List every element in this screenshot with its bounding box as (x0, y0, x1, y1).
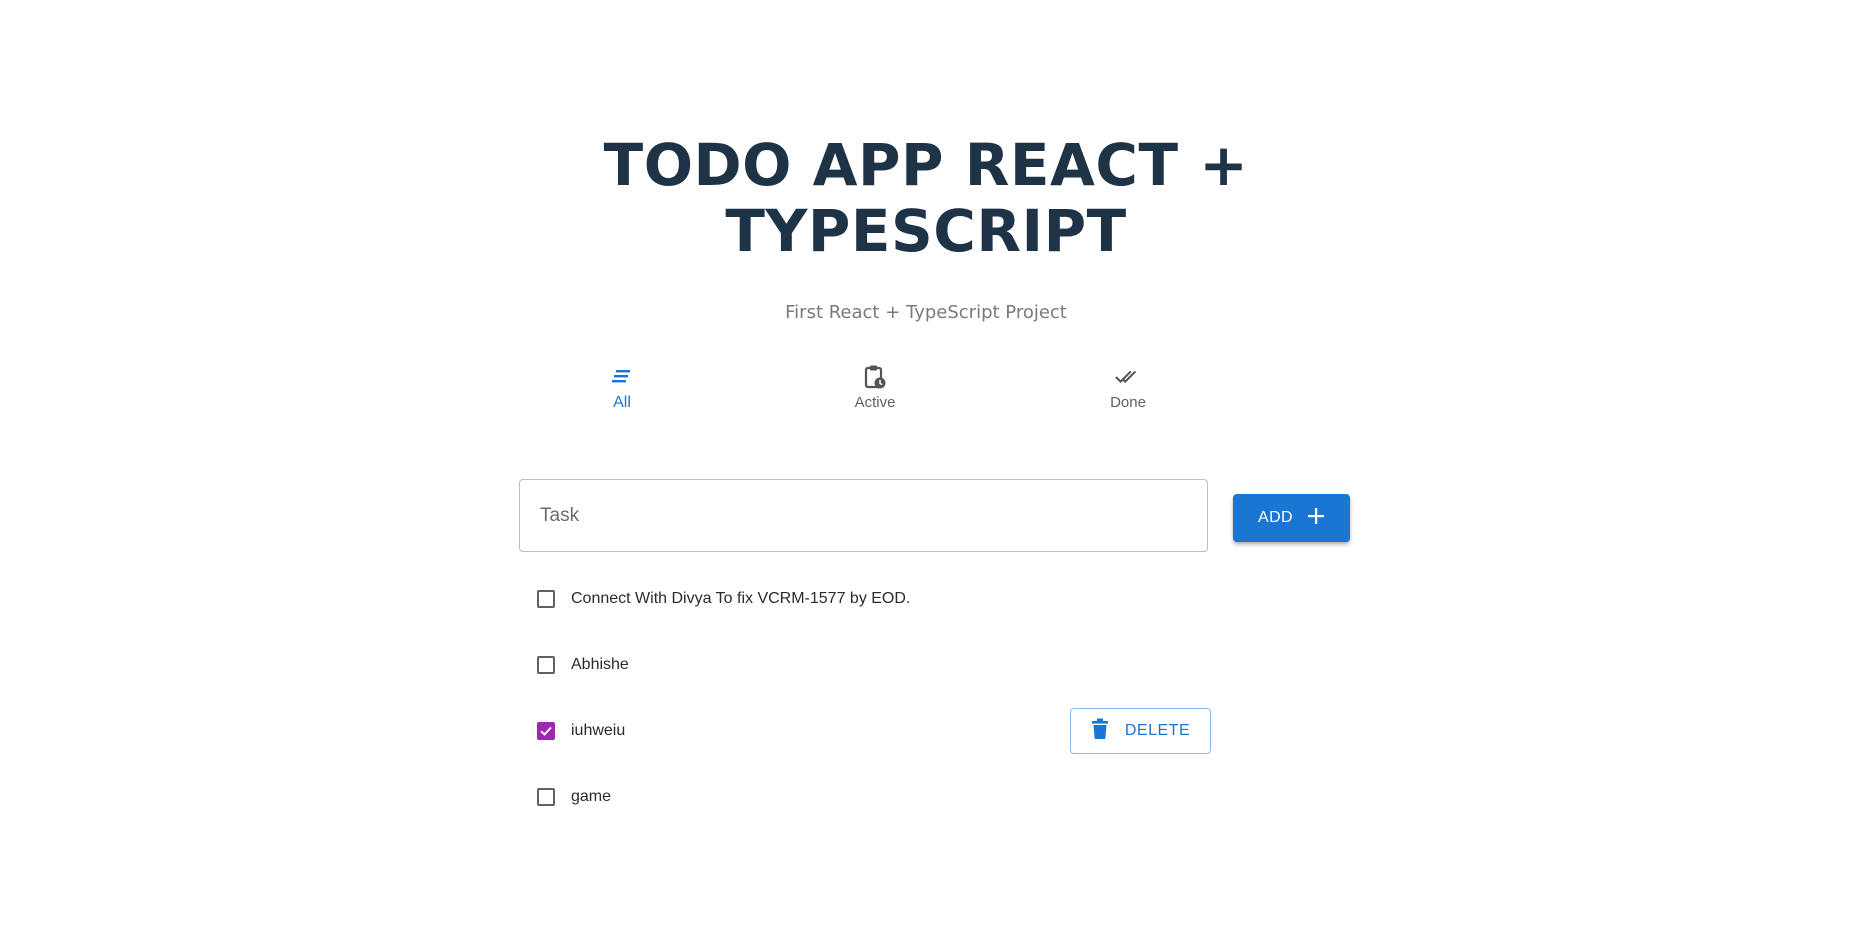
todo-text: iuhweiu (571, 722, 626, 739)
page-subtitle: First React + TypeScript Project (785, 302, 1067, 323)
add-button-label: ADD (1258, 509, 1293, 526)
tab-all[interactable]: All (562, 364, 682, 420)
todo-item: game (530, 764, 1230, 830)
tab-all-label: All (613, 394, 631, 411)
todo-app-page: TODO APP REACT + TYPESCRIPT First React … (0, 0, 1852, 928)
tab-done[interactable]: Done (1068, 364, 1188, 420)
tab-active[interactable]: Active (815, 364, 935, 420)
todo-checkbox[interactable] (537, 656, 555, 674)
plus-icon (1307, 507, 1325, 530)
filter-tabs: All Active Done (520, 364, 1278, 420)
list-icon (609, 364, 635, 390)
page-title-line-2: TYPESCRIPT (725, 197, 1127, 265)
todo-item: Abhishe (530, 632, 1230, 698)
tab-done-label: Done (1110, 394, 1146, 411)
double-check-icon (1115, 364, 1141, 390)
checkmark-icon (540, 726, 552, 736)
todo-checkbox-checked[interactable] (537, 722, 555, 740)
delete-button-label: DELETE (1124, 722, 1191, 739)
delete-button[interactable]: DELETE (1070, 708, 1211, 754)
add-button[interactable]: ADD (1233, 494, 1350, 542)
todo-list: Connect With Divya To fix VCRM-1577 by E… (530, 566, 1230, 830)
trash-icon (1091, 718, 1109, 745)
todo-item: iuhweiu DELETE (530, 698, 1230, 764)
todo-checkbox[interactable] (537, 590, 555, 608)
todo-text: Connect With Divya To fix VCRM-1577 by E… (571, 590, 911, 607)
page-title: TODO APP REACT + TYPESCRIPT (0, 132, 1852, 264)
tab-active-label: Active (854, 394, 896, 411)
todo-text: Abhishe (571, 656, 629, 673)
todo-checkbox[interactable] (537, 788, 555, 806)
clipboard-clock-icon (862, 364, 888, 390)
page-title-line-1: TODO APP REACT + (603, 131, 1249, 199)
task-input[interactable] (520, 480, 1207, 551)
task-input-container (519, 479, 1208, 552)
todo-text: game (571, 788, 612, 805)
todo-item: Connect With Divya To fix VCRM-1577 by E… (530, 566, 1230, 632)
